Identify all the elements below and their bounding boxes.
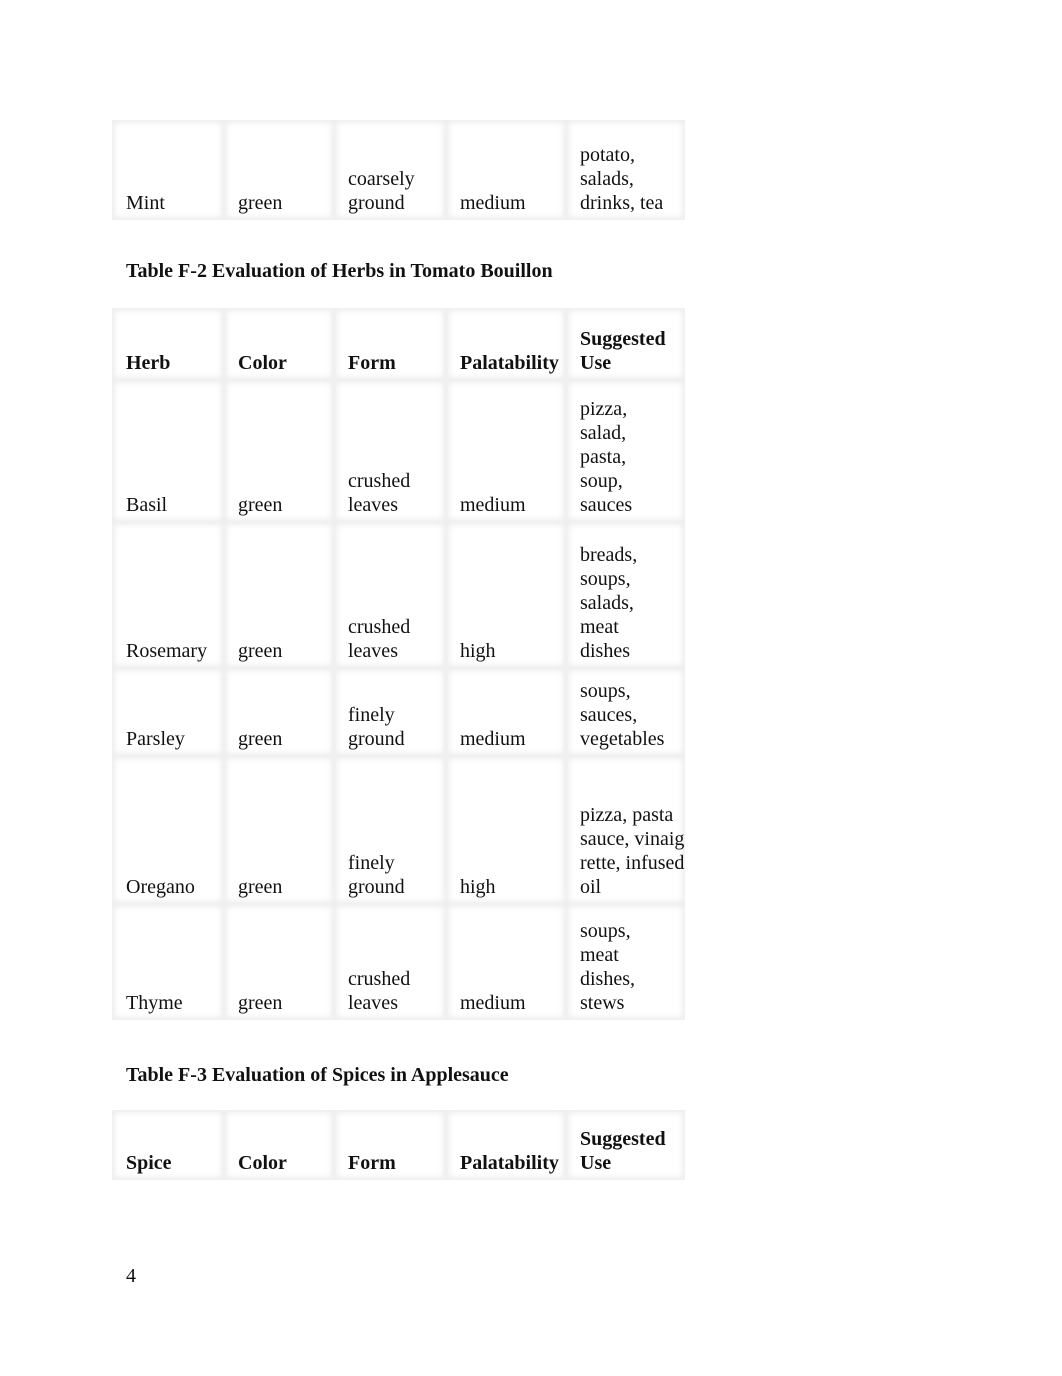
cell: green xyxy=(224,120,334,220)
table-f3: Spice Color Form Palatability Suggested … xyxy=(112,1110,685,1180)
cell: Basil xyxy=(112,380,224,522)
header-cell: Palatability xyxy=(446,308,566,380)
cell: medium xyxy=(446,120,566,220)
cell: Rosemary xyxy=(112,522,224,668)
cell: pizza, pasta sauce, vinaigrette, infused… xyxy=(566,756,685,904)
header-cell: Color xyxy=(224,308,334,380)
cell: green xyxy=(224,668,334,756)
table-row: Rosemary green crushed leaves high bread… xyxy=(112,522,685,668)
cell: green xyxy=(224,380,334,522)
cell: crushed leaves xyxy=(334,380,446,522)
cell: crushed leaves xyxy=(334,904,446,1020)
cell: Thyme xyxy=(112,904,224,1020)
cell: Parsley xyxy=(112,668,224,756)
table-header-row: Herb Color Form Palatability Suggested U… xyxy=(112,308,685,380)
table-row: Oregano green finely ground high pizza, … xyxy=(112,756,685,904)
page-number: 4 xyxy=(126,1265,136,1287)
table-header-row: Spice Color Form Palatability Suggested … xyxy=(112,1110,685,1180)
cell: Mint xyxy=(112,120,224,220)
header-cell: Color xyxy=(224,1110,334,1180)
header-cell: Spice xyxy=(112,1110,224,1180)
cell: high xyxy=(446,522,566,668)
cell: crushed leaves xyxy=(334,522,446,668)
table-f2-caption: Table F-2 Evaluation of Herbs in Tomato … xyxy=(126,260,553,282)
cell: soups, meat dishes, stews xyxy=(566,904,685,1020)
cell: soups, sauces, vegetables xyxy=(566,668,685,756)
cell: finely ground xyxy=(334,756,446,904)
header-cell: Form xyxy=(334,1110,446,1180)
cell: green xyxy=(224,756,334,904)
header-cell: Suggested Use xyxy=(566,1110,685,1180)
table-f2: Herb Color Form Palatability Suggested U… xyxy=(112,308,685,1020)
cell: potato, salads, drinks, tea xyxy=(566,120,685,220)
header-cell: Palatability xyxy=(446,1110,566,1180)
cell: medium xyxy=(446,904,566,1020)
cell: medium xyxy=(446,668,566,756)
cell: green xyxy=(224,904,334,1020)
header-cell: Form xyxy=(334,308,446,380)
cell: medium xyxy=(446,380,566,522)
cell: breads, soups, salads, meat dishes xyxy=(566,522,685,668)
cell: finely ground xyxy=(334,668,446,756)
table-f3-caption: Table F-3 Evaluation of Spices in Apples… xyxy=(126,1064,509,1086)
cell: high xyxy=(446,756,566,904)
cell: Oregano xyxy=(112,756,224,904)
header-cell: Suggested Use xyxy=(566,308,685,380)
cell: green xyxy=(224,522,334,668)
table-row: Mint green coarsely ground medium potato… xyxy=(112,120,685,220)
table-row: Basil green crushed leaves medium pizza,… xyxy=(112,380,685,522)
table-row: Parsley green finely ground medium soups… xyxy=(112,668,685,756)
cell: pizza, salad, pasta, soup, sauces xyxy=(566,380,685,522)
cell: coarsely ground xyxy=(334,120,446,220)
header-cell: Herb xyxy=(112,308,224,380)
table-f1-continued: Mint green coarsely ground medium potato… xyxy=(112,120,685,220)
table-row: Thyme green crushed leaves medium soups,… xyxy=(112,904,685,1020)
